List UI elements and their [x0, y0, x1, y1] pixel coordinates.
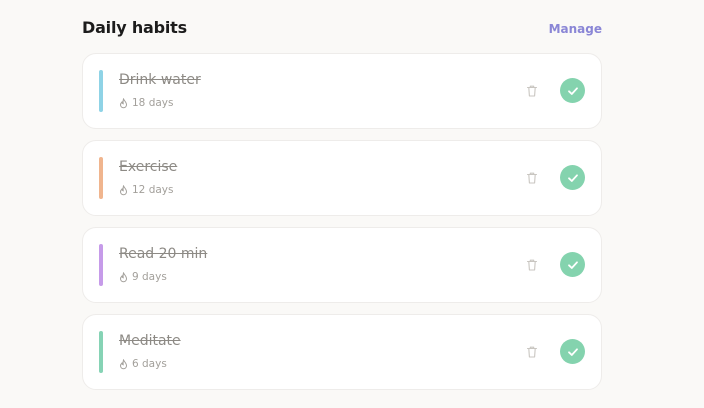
- flame-icon: [119, 271, 128, 282]
- habit-color-bar: [99, 331, 103, 373]
- habit-name: Exercise: [119, 159, 178, 175]
- check-icon: [567, 86, 578, 95]
- habit-streak-text: 12 days: [132, 184, 174, 196]
- habit-streak: 6 days: [119, 356, 167, 372]
- flame-icon: [119, 184, 128, 195]
- habit-color-bar: [99, 157, 103, 199]
- flame-icon: [119, 97, 128, 108]
- habit-name: Drink water: [119, 72, 201, 88]
- check-icon: [567, 260, 578, 269]
- habit-streak: 12 days: [119, 182, 173, 198]
- trash-icon[interactable]: [524, 257, 540, 273]
- habit-color-bar: [99, 244, 103, 286]
- habit-color-bar: [99, 70, 103, 112]
- habit-card[interactable]: Meditate 6 days: [82, 314, 602, 390]
- habit-streak-text: 18 days: [132, 97, 174, 109]
- habit-card[interactable]: Exercise 12 days: [82, 140, 602, 216]
- habit-streak-text: 9 days: [132, 271, 167, 283]
- manage-link[interactable]: Manage: [549, 20, 602, 38]
- habit-streak-text: 6 days: [132, 358, 167, 370]
- habit-name: Read 20 min: [119, 246, 208, 262]
- trash-icon[interactable]: [524, 83, 540, 99]
- trash-icon[interactable]: [524, 344, 540, 360]
- habit-name: Meditate: [119, 333, 181, 349]
- habit-streak: 18 days: [119, 95, 173, 111]
- complete-toggle[interactable]: [560, 252, 585, 277]
- habit-card[interactable]: Read 20 min 9 days: [82, 227, 602, 303]
- habit-streak: 9 days: [119, 269, 167, 285]
- trash-icon[interactable]: [524, 170, 540, 186]
- check-icon: [567, 347, 578, 356]
- page-title: Daily habits: [82, 18, 187, 37]
- complete-toggle[interactable]: [560, 339, 585, 364]
- flame-icon: [119, 358, 128, 369]
- complete-toggle[interactable]: [560, 165, 585, 190]
- check-icon: [567, 173, 578, 182]
- complete-toggle[interactable]: [560, 78, 585, 103]
- habit-card[interactable]: Drink water 18 days: [82, 53, 602, 129]
- habits-header: Daily habits Manage: [82, 17, 602, 41]
